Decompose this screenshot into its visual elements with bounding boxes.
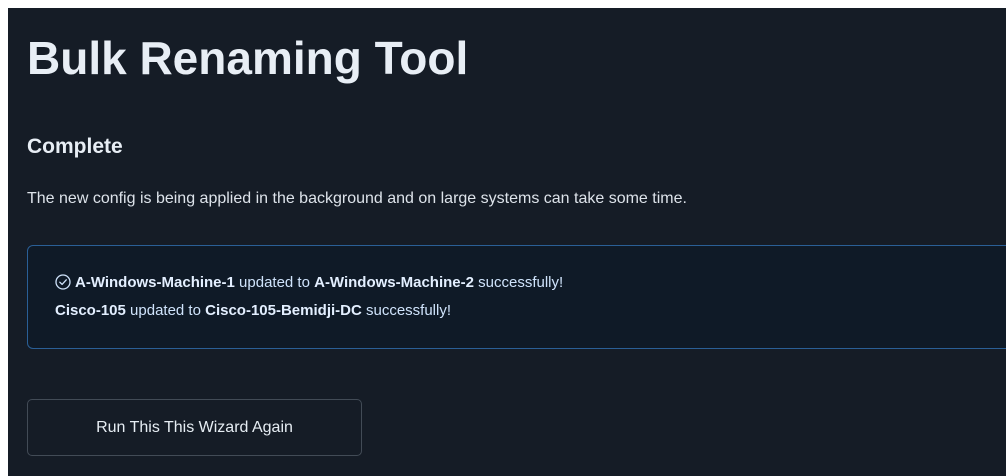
run-wizard-again-button[interactable]: Run This This Wizard Again [27, 399, 362, 456]
app-frame: Bulk Renaming Tool Complete The new conf… [8, 8, 1006, 476]
success-text: successfully! [361, 302, 452, 319]
status-description: The new config is being applied in the b… [27, 190, 687, 207]
success-text: successfully! [473, 274, 564, 291]
old-machine-name: Cisco-105 [55, 302, 126, 319]
status-heading: Complete [27, 135, 123, 158]
page-title: Bulk Renaming Tool [27, 32, 469, 84]
old-machine-name: A-Windows-Machine-1 [75, 274, 235, 291]
check-circle-icon [55, 274, 71, 290]
new-machine-name: Cisco-105-Bemidji-DC [205, 302, 362, 319]
updated-to-text: updated to [125, 302, 206, 319]
updated-to-text: updated to [234, 274, 315, 291]
new-machine-name: A-Windows-Machine-2 [314, 274, 474, 291]
result-line: A-Windows-Machine-1 updated to A-Windows… [55, 273, 563, 293]
result-line: Cisco-105 updated to Cisco-105-Bemidji-D… [55, 301, 451, 321]
success-alert: A-Windows-Machine-1 updated to A-Windows… [27, 245, 1006, 349]
